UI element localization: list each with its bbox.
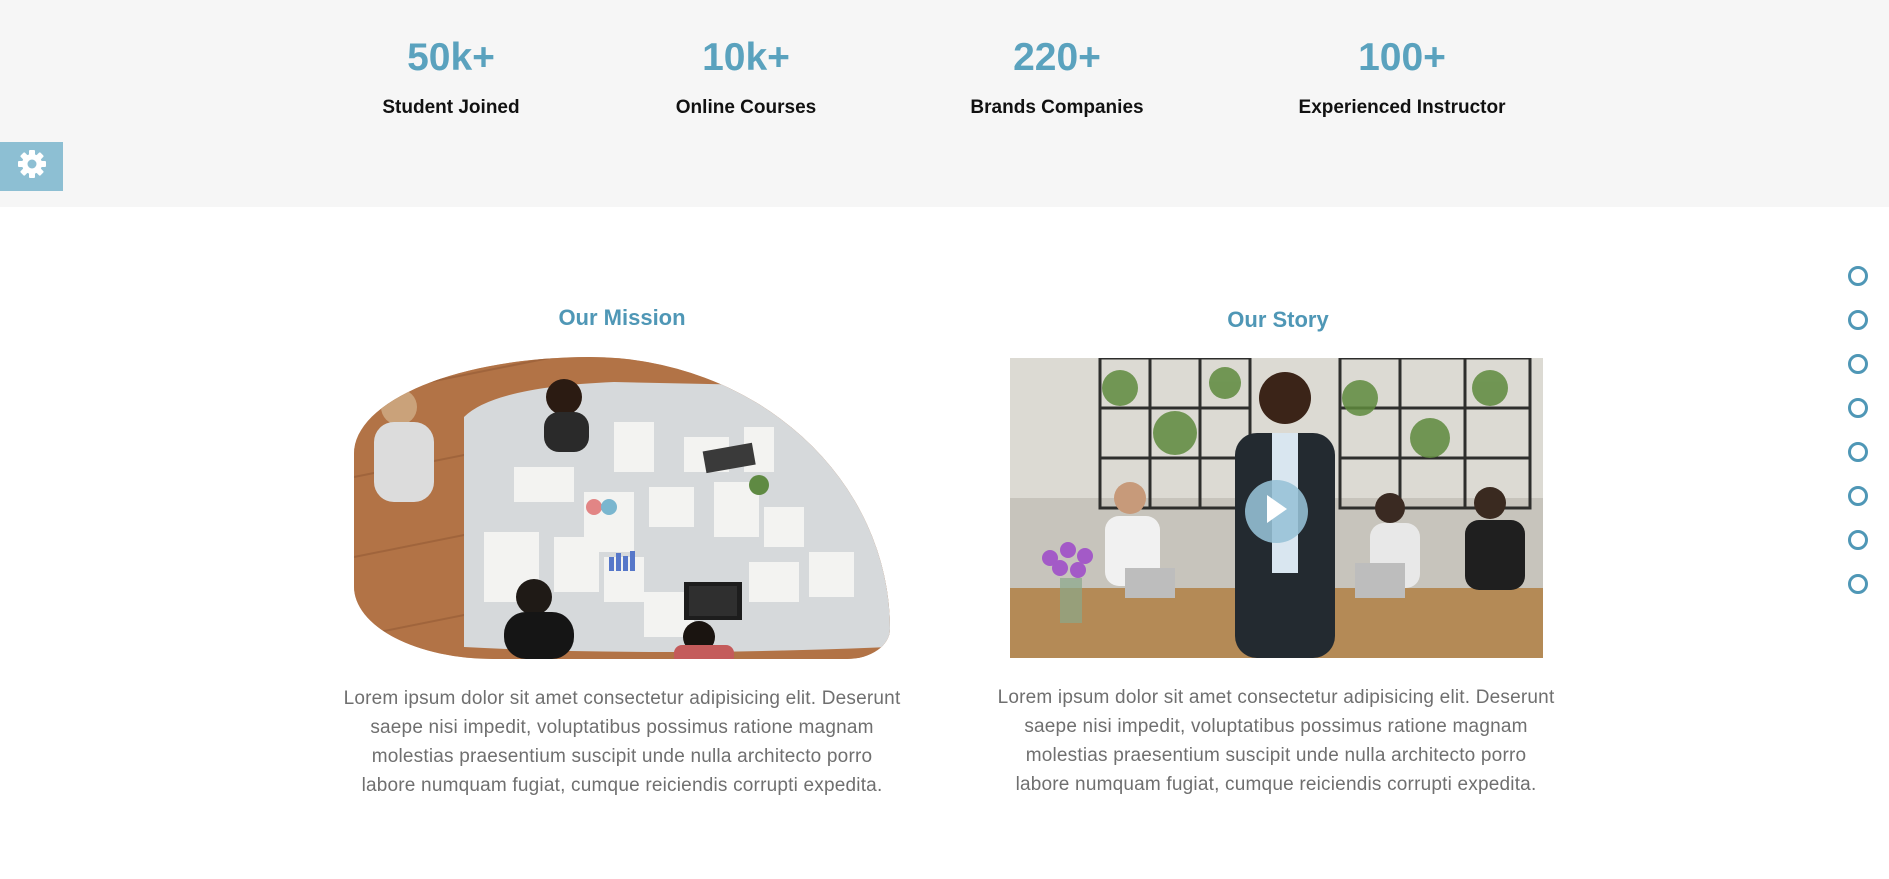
page-dot-6[interactable]: [1848, 486, 1868, 506]
play-video-button[interactable]: [1245, 480, 1308, 543]
stat-label: Experienced Instructor: [1298, 97, 1506, 118]
stat-label: Brands Companies: [970, 97, 1144, 118]
page-dot-3[interactable]: [1848, 354, 1868, 374]
stat-value: 10k+: [702, 36, 790, 79]
stat-brands: 220+ Brands Companies: [937, 36, 1177, 120]
stat-value: 220+: [1013, 36, 1101, 79]
page-dot-2[interactable]: [1848, 310, 1868, 330]
story-text: Lorem ipsum dolor sit amet consectetur a…: [997, 687, 1555, 795]
stat-instructors: 100+ Experienced Instructor: [1282, 36, 1522, 120]
page-dot-5[interactable]: [1848, 442, 1868, 462]
mission-image: [354, 357, 890, 659]
stats-band: 50k+ Student Joined 10k+ Online Courses …: [0, 0, 1889, 207]
story-title: Our Story: [1227, 307, 1329, 332]
gear-icon: [16, 148, 48, 185]
page-dots-nav: [1848, 266, 1868, 618]
mission-text: Lorem ipsum dolor sit amet consectetur a…: [343, 688, 901, 796]
stat-label: Online Courses: [675, 97, 817, 118]
page-dot-8[interactable]: [1848, 574, 1868, 594]
stat-label: Student Joined: [382, 97, 520, 118]
stat-value: 50k+: [407, 36, 495, 79]
stat-value: 100+: [1358, 36, 1446, 79]
page-dot-7[interactable]: [1848, 530, 1868, 550]
page-dot-1[interactable]: [1848, 266, 1868, 286]
stat-courses: 10k+ Online Courses: [626, 36, 866, 120]
stat-students: 50k+ Student Joined: [331, 36, 571, 120]
play-icon: [1265, 494, 1289, 529]
mission-title: Our Mission: [558, 305, 686, 330]
settings-button[interactable]: [0, 142, 63, 191]
page-dot-4[interactable]: [1848, 398, 1868, 418]
